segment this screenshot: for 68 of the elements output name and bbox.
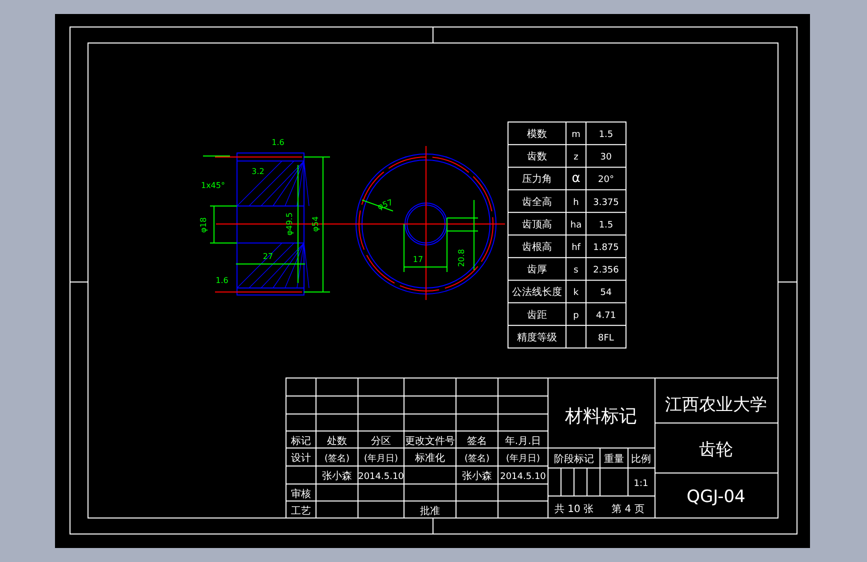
dimension-label: 1.6 [272,138,284,147]
dimension-label: φ49.5 [285,212,294,236]
parameter-value: 1.5 [598,130,614,140]
part-name: 齿轮 [699,440,733,460]
parameter-symbol: m [572,130,580,140]
parameter-name: 齿全高 [522,196,552,208]
parameter-value: 30 [600,152,612,163]
sheet-number: 第 4 页 [612,504,644,515]
drawing-number: QGJ-04 [686,487,746,507]
column-header: 更改文件号 [405,436,455,447]
parameter-symbol: hf [572,243,580,253]
parameter-name: 齿数 [527,152,547,163]
dimension-label: 20.8 [457,249,466,267]
column-header: 处数 [327,436,347,447]
dimension-label: φ54 [311,216,320,232]
dimension-label: 17 [412,255,424,264]
parameter-symbol: ha [570,220,582,230]
parameter-name: 齿厚 [527,264,547,276]
parameter-value: 1.5 [598,220,614,230]
dimension-label: 1x45° [201,181,225,190]
parameter-value: 2.356 [593,266,619,276]
row-label: 设计 [291,453,311,464]
column-header: 标记 [291,436,311,447]
dimension-label: φ18 [199,217,208,233]
column-header: 比例 [631,454,651,465]
parameter-value: 1.875 [593,243,619,253]
row-label: 审核 [291,489,311,500]
parameter-symbol: k [573,288,579,298]
parameter-name: 齿距 [527,310,547,321]
field-label: (年月日) [364,454,398,464]
sheet-count: 共 10 张 [554,504,594,515]
parameter-value: 8FL [598,333,614,344]
parameter-name: 压力角 [522,174,552,186]
organization-name: 江西农业大学 [665,395,767,415]
field-label: (年月日) [506,454,540,464]
parameter-symbol: h [573,198,579,208]
column-header: 重量 [604,454,624,465]
designer-name: 张小森 [322,471,352,482]
field-label: (签名) [324,454,350,464]
parameter-symbol: p [573,310,579,321]
parameter-value: 3.375 [593,198,619,208]
row-label: 批准 [420,506,440,517]
row-label: 工艺 [291,506,311,517]
parameter-value: 20° [598,175,614,186]
parameter-name: 齿根高 [522,242,552,253]
signer-name: 张小森 [462,471,492,482]
parameter-name: 模数 [527,129,547,140]
scale-value: 1:1 [634,479,648,489]
parameter-symbol: z [574,152,578,163]
dimension-label: φ57 [376,198,394,212]
field-label: (签名) [464,454,490,464]
column-header: 年.月.日 [504,436,542,447]
parameter-symbol: s [574,266,578,276]
material-label: 材料标记 [565,406,637,427]
column-header: 阶段标记 [554,454,594,465]
parameter-name: 齿顶高 [522,219,552,230]
row-label: 标准化 [415,453,445,464]
dimension-label: 3.2 [252,167,264,176]
column-header: 分区 [371,436,391,447]
date-value: 2014.5.10 [500,472,546,482]
parameter-value: 4.71 [596,310,616,321]
parameter-symbol: α [572,171,580,186]
parameter-name: 公法线长度 [512,287,562,298]
date-value: 2014.5.10 [358,472,404,482]
dimension-label: 1.6 [216,276,228,285]
parameter-value: 54 [600,288,612,298]
column-header: 签名 [467,436,487,447]
parameter-name: 精度等级 [517,332,557,344]
